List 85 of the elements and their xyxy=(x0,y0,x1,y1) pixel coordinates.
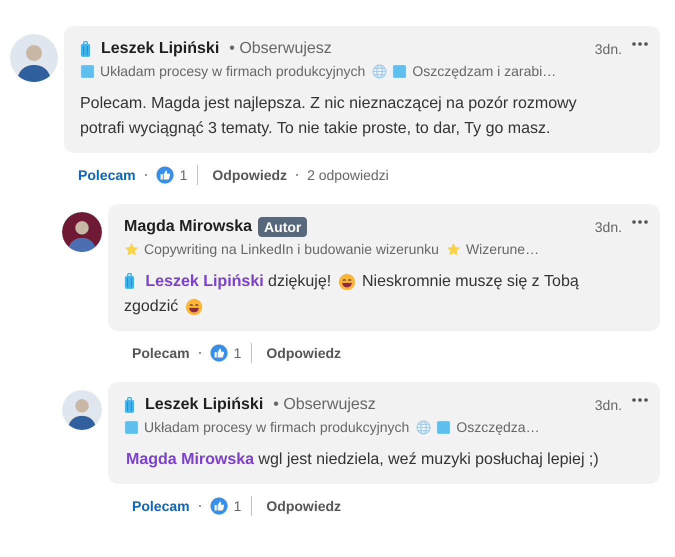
author-name[interactable]: Leszek Lipiński xyxy=(101,40,220,58)
grin-emoji-icon xyxy=(338,272,356,290)
comment-text: ;) xyxy=(588,450,599,470)
author-tag: Autor xyxy=(258,217,308,237)
more-icon[interactable] xyxy=(632,398,648,402)
avatar[interactable] xyxy=(62,390,102,430)
like-link[interactable]: Polecam xyxy=(78,167,136,183)
reaction-count: 1 xyxy=(234,345,242,361)
star-icon xyxy=(446,242,461,256)
headline-text: Copywriting na LinkedIn i budowanie wizerunku xyxy=(144,241,439,257)
comment-text: nic xyxy=(324,94,345,114)
grin-emoji-icon xyxy=(184,298,203,316)
globe-icon xyxy=(372,64,388,78)
comment-text: się xyxy=(506,272,528,292)
comment-text: najlepsza. xyxy=(234,94,306,114)
timestamp: 3dn. xyxy=(594,397,622,413)
avatar[interactable] xyxy=(10,34,58,82)
comment-text: Tobą xyxy=(544,272,579,292)
thumbs-up-icon xyxy=(156,166,174,184)
connection-status: • Obserwujesz xyxy=(273,396,376,414)
comment-text: Z xyxy=(310,94,320,114)
author-name[interactable]: Magda Mirowska xyxy=(124,218,252,236)
comment-text: lepiej xyxy=(547,450,584,470)
comment-text: posłuchaj xyxy=(475,450,543,470)
comment-text: takie xyxy=(324,119,358,139)
comment-text: wyciągnąć xyxy=(128,119,204,139)
comment-text: to xyxy=(415,119,429,139)
comment-text: z xyxy=(532,272,540,292)
headline-text: Oszczędzam i zarabi… xyxy=(412,63,556,79)
comment-text: potrafi xyxy=(80,119,124,139)
headline-text: Układam procesy w firmach produkcyjnych xyxy=(144,419,410,435)
headline-text: Oszczędza… xyxy=(456,419,540,435)
reply-link[interactable]: Odpowiedz xyxy=(212,167,288,183)
headline-text: Wizerune… xyxy=(466,241,540,257)
comment-text: muszę xyxy=(455,272,502,292)
comment-text: masz. xyxy=(508,119,550,139)
comment-text: weź xyxy=(388,450,417,470)
comment-text: jest xyxy=(204,94,230,114)
avatar[interactable] xyxy=(62,212,102,252)
reaction-count: 1 xyxy=(180,167,188,183)
globe-icon xyxy=(416,420,432,434)
comment-text: tematy. xyxy=(221,119,273,139)
reply-link[interactable]: Odpowiedz xyxy=(266,345,342,361)
comment-text: muzyki xyxy=(420,450,471,470)
comment-text: zgodzić xyxy=(124,297,178,317)
like-link[interactable]: Polecam xyxy=(132,498,190,514)
comment-text: dar, xyxy=(433,119,460,139)
comment-text: rozmowy xyxy=(512,94,577,114)
comment-text: jest xyxy=(286,450,312,470)
more-icon[interactable] xyxy=(632,220,648,224)
timestamp: 3dn. xyxy=(594,219,622,235)
mention-link[interactable]: Leszek Lipiński xyxy=(145,269,264,294)
suitcase-icon xyxy=(124,273,135,290)
author-name[interactable]: Leszek Lipiński xyxy=(145,396,264,414)
star-icon xyxy=(124,242,139,256)
comment-text: pozór xyxy=(468,94,508,114)
comment-text: go xyxy=(486,119,504,139)
comment-text: To xyxy=(276,119,294,139)
comment-text: Nieskromnie xyxy=(362,272,451,292)
thumbs-up-icon xyxy=(210,344,228,362)
more-icon[interactable] xyxy=(632,42,648,46)
connection-status: • Obserwujesz xyxy=(229,40,332,58)
comment-text: niedziela, xyxy=(316,450,384,470)
headline-text: Układam procesy w firmach produkcyjnych xyxy=(100,63,366,79)
square-icon xyxy=(124,420,139,434)
reaction-count: 1 xyxy=(234,498,242,514)
comment-text: proste, xyxy=(362,119,412,139)
replies-count[interactable]: 2 odpowiedzi xyxy=(307,167,389,183)
reply-link[interactable]: Odpowiedz xyxy=(266,498,342,514)
timestamp: 3dn. xyxy=(594,41,622,57)
comment-text: Polecam. xyxy=(80,94,147,114)
comment-text: nie xyxy=(298,119,320,139)
square-icon xyxy=(392,64,408,78)
comment-text: wgl xyxy=(258,450,282,470)
square-icon xyxy=(80,64,95,78)
thumbs-up-icon xyxy=(210,497,228,515)
comment-text: 3 xyxy=(208,119,217,139)
comment-text: nieznaczącej xyxy=(349,94,442,114)
like-link[interactable]: Polecam xyxy=(132,345,190,361)
comment-text: Ty xyxy=(464,119,482,139)
square-icon xyxy=(436,420,452,434)
comment-text: dziękuję! xyxy=(268,272,332,292)
comment-text: Magda xyxy=(151,94,200,114)
mention-link[interactable]: Magda Mirowska xyxy=(126,447,254,472)
comment-text: na xyxy=(446,94,464,114)
